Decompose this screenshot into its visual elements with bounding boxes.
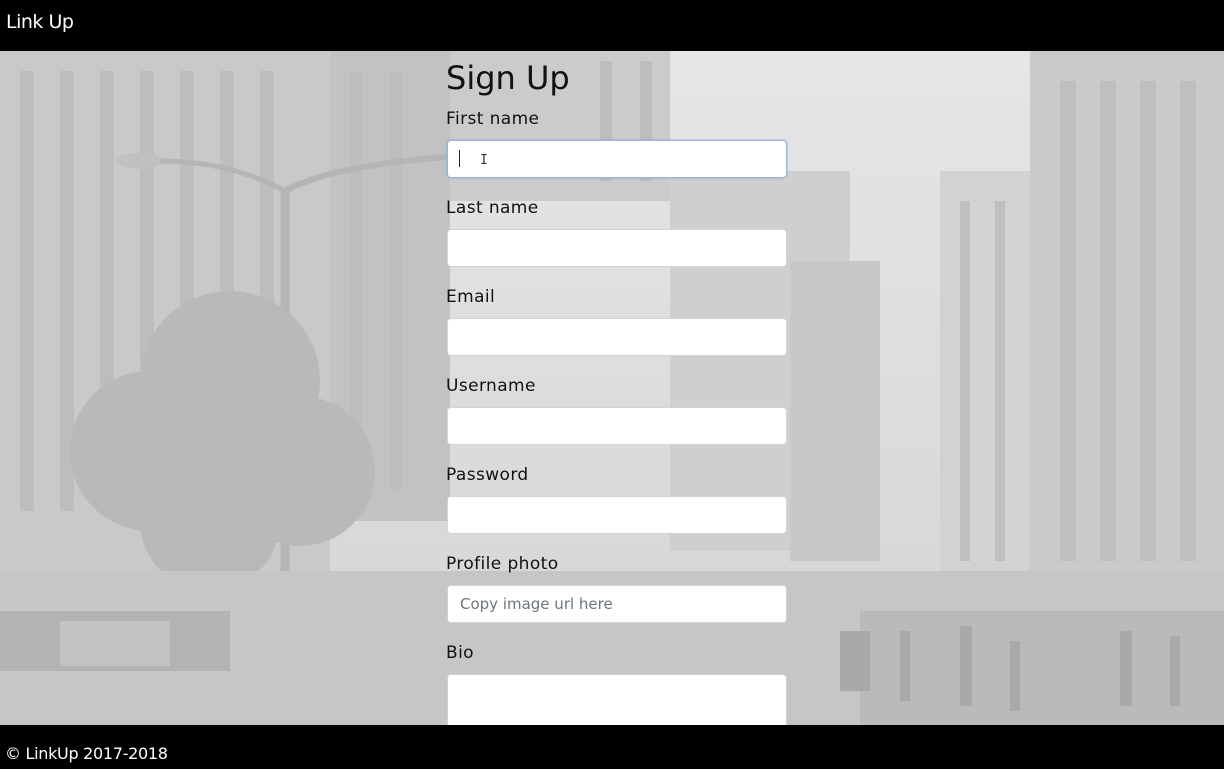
copyright-text: © LinkUp 2017-2018: [5, 744, 168, 763]
password-label: Password: [446, 465, 529, 485]
last-name-input[interactable]: [447, 229, 787, 267]
page-title: Sign Up: [446, 59, 570, 97]
profile-photo-input[interactable]: [447, 585, 787, 623]
top-navbar: Link Up: [0, 0, 1224, 51]
brand-link[interactable]: Link Up: [6, 11, 74, 33]
email-input[interactable]: [447, 318, 787, 356]
last-name-label: Last name: [446, 198, 539, 218]
bio-textarea[interactable]: [447, 674, 787, 725]
footer: © LinkUp 2017-2018: [0, 725, 1224, 769]
password-input[interactable]: [447, 496, 787, 534]
first-name-label: First name: [446, 109, 540, 129]
signup-section: Sign Up First name I Last name Email Use…: [0, 51, 1224, 725]
first-name-wrapper: I: [446, 140, 788, 178]
email-label: Email: [446, 287, 496, 307]
first-name-input[interactable]: [447, 140, 787, 178]
username-input[interactable]: [447, 407, 787, 445]
username-label: Username: [446, 376, 536, 396]
profile-photo-label: Profile photo: [446, 554, 559, 574]
bio-label: Bio: [446, 643, 474, 663]
text-caret: [459, 150, 460, 167]
